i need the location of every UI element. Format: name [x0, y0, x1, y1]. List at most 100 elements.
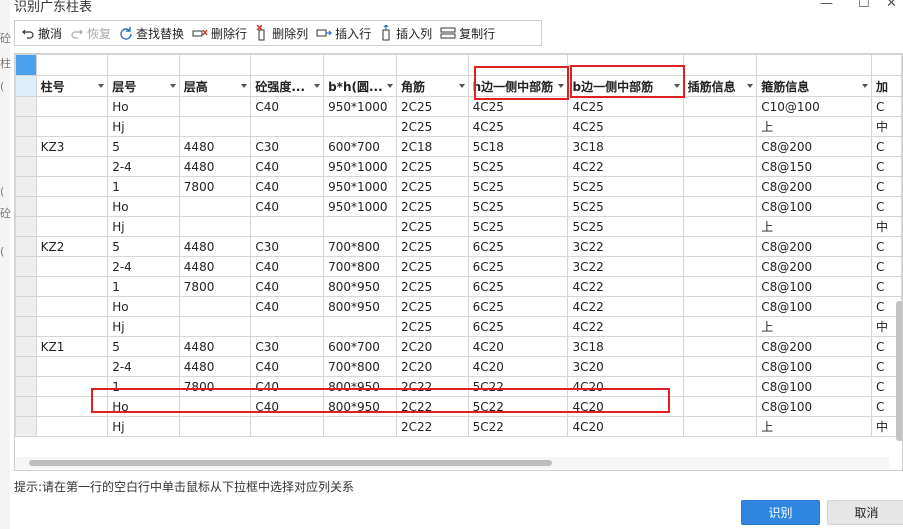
mapping-cell[interactable]: [323, 54, 398, 76]
cell-corner-rebar[interactable]: 2C25: [396, 196, 469, 217]
cell-floor-no[interactable]: 1: [107, 176, 180, 197]
cell-stirrup-info[interactable]: 上: [756, 416, 872, 437]
cell-dowel-info[interactable]: [682, 216, 758, 237]
delete-column-button[interactable]: 删除列: [255, 25, 308, 42]
cell-extra[interactable]: C: [870, 276, 902, 297]
cell-h-side-middle-rebar[interactable]: 5C18: [467, 136, 569, 157]
cancel-button[interactable]: 取消: [827, 500, 903, 525]
row-header[interactable]: [15, 176, 37, 197]
cell-section-size[interactable]: 950*1000: [323, 176, 398, 197]
cell-concrete-grade[interactable]: C30: [250, 236, 325, 257]
cell-column-no[interactable]: [35, 356, 109, 377]
cell-dowel-info[interactable]: [682, 296, 758, 317]
cell-column-no[interactable]: [35, 116, 109, 137]
cell-dowel-info[interactable]: [682, 176, 758, 197]
cell-dowel-info[interactable]: [682, 96, 758, 117]
cell-h-side-middle-rebar[interactable]: 6C25: [467, 256, 569, 277]
cell-h-side-middle-rebar[interactable]: 4C25: [467, 96, 569, 117]
cell-column-no[interactable]: [35, 216, 109, 237]
cell-concrete-grade[interactable]: C40: [250, 276, 325, 297]
cell-corner-rebar[interactable]: 2C25: [396, 316, 469, 337]
table-row[interactable]: KZ3 5 4480 C30 600*700 2C18 5C18 3C18 C8@200 C: [15, 136, 902, 157]
dropdown-caret-icon[interactable]: [673, 84, 680, 88]
cell-concrete-grade[interactable]: C40: [250, 356, 325, 377]
cell-column-no[interactable]: [35, 276, 109, 297]
cell-section-size[interactable]: 800*950: [323, 396, 398, 417]
mapping-cell[interactable]: [870, 54, 902, 76]
cell-h-side-middle-rebar[interactable]: 6C25: [467, 236, 569, 257]
cell-section-size[interactable]: [323, 316, 398, 337]
cell-b-side-middle-rebar[interactable]: 5C25: [567, 176, 684, 197]
cell-b-side-middle-rebar[interactable]: 3C18: [567, 136, 684, 157]
cell-b-side-middle-rebar[interactable]: 5C25: [567, 216, 684, 237]
header-extra[interactable]: 加: [870, 75, 902, 97]
cell-floor-height[interactable]: [178, 96, 252, 117]
row-header[interactable]: [15, 376, 37, 397]
cell-floor-no[interactable]: 1: [107, 376, 180, 397]
cell-dowel-info[interactable]: [682, 396, 758, 417]
cell-stirrup-info[interactable]: C8@100: [756, 376, 872, 397]
cell-b-side-middle-rebar[interactable]: 5C25: [567, 196, 684, 217]
cell-dowel-info[interactable]: [682, 256, 758, 277]
header-corner-rebar[interactable]: 角筋: [396, 75, 469, 97]
cell-stirrup-info[interactable]: C8@100: [756, 356, 872, 377]
cell-floor-height[interactable]: [178, 216, 252, 237]
cell-floor-no[interactable]: 5: [107, 136, 180, 157]
cell-extra[interactable]: C: [870, 256, 902, 277]
cell-floor-no[interactable]: 5: [107, 236, 180, 257]
cell-b-side-middle-rebar[interactable]: 4C22: [567, 156, 684, 177]
cell-stirrup-info[interactable]: C8@100: [756, 296, 872, 317]
cell-concrete-grade[interactable]: [250, 416, 325, 437]
cell-section-size[interactable]: 800*950: [323, 376, 398, 397]
header-floor-no[interactable]: 层号: [107, 75, 180, 97]
cell-corner-rebar[interactable]: 2C20: [396, 356, 469, 377]
cell-dowel-info[interactable]: [682, 336, 758, 357]
cell-stirrup-info[interactable]: 上: [756, 316, 872, 337]
cell-b-side-middle-rebar[interactable]: 3C22: [567, 236, 684, 257]
cell-floor-height[interactable]: [178, 396, 252, 417]
cell-corner-rebar[interactable]: 2C25: [396, 236, 469, 257]
row-header[interactable]: [15, 296, 37, 317]
cell-h-side-middle-rebar[interactable]: 5C25: [467, 176, 569, 197]
cell-floor-height[interactable]: [178, 196, 252, 217]
cell-extra[interactable]: 中: [870, 116, 902, 137]
cell-concrete-grade[interactable]: C40: [250, 256, 325, 277]
cell-floor-height[interactable]: 4480: [178, 136, 252, 157]
cell-floor-no[interactable]: Ho: [107, 396, 180, 417]
row-header[interactable]: [15, 216, 37, 237]
minimize-button[interactable]: —: [820, 0, 833, 11]
cell-section-size[interactable]: 950*1000: [323, 96, 398, 117]
cell-b-side-middle-rebar[interactable]: 4C25: [567, 96, 684, 117]
cell-dowel-info[interactable]: [682, 356, 758, 377]
cell-corner-rebar[interactable]: 2C18: [396, 136, 469, 157]
table-row[interactable]: 1 7800 C40 950*1000 2C25 5C25 5C25 C8@200 C: [15, 176, 902, 197]
cell-floor-no[interactable]: 2-4: [107, 156, 180, 177]
insert-column-button[interactable]: 插入列: [379, 25, 432, 42]
table-row[interactable]: Ho C40 800*950 2C25 6C25 4C22 C8@100 C: [15, 296, 902, 317]
cell-dowel-info[interactable]: [682, 316, 758, 337]
cell-column-no[interactable]: [35, 396, 109, 417]
delete-row-button[interactable]: 删除行: [192, 25, 247, 42]
row-header[interactable]: [15, 256, 37, 277]
cell-corner-rebar[interactable]: 2C25: [396, 96, 469, 117]
cell-column-no[interactable]: [35, 256, 109, 277]
cell-stirrup-info[interactable]: C10@100: [756, 96, 872, 117]
close-button[interactable]: ✕: [886, 0, 897, 11]
header-h-side-middle-rebar[interactable]: h边一侧中部筋: [467, 75, 569, 97]
find-replace-button[interactable]: 查找替换: [119, 25, 184, 42]
mapping-cell[interactable]: [756, 54, 872, 76]
cell-concrete-grade[interactable]: C40: [250, 296, 325, 317]
cell-section-size[interactable]: 950*1000: [323, 196, 398, 217]
horizontal-scrollbar[interactable]: [15, 457, 889, 469]
cell-concrete-grade[interactable]: C30: [250, 336, 325, 357]
row-header[interactable]: [15, 396, 37, 417]
row-header[interactable]: [15, 336, 37, 357]
cell-column-no[interactable]: [35, 176, 109, 197]
cell-extra[interactable]: C: [870, 176, 902, 197]
cell-h-side-middle-rebar[interactable]: 5C22: [467, 396, 569, 417]
cell-section-size[interactable]: [323, 116, 398, 137]
mapping-cell[interactable]: [107, 54, 180, 76]
dropdown-caret-icon[interactable]: [861, 84, 868, 88]
row-header-selected[interactable]: [15, 54, 37, 76]
header-b-side-middle-rebar[interactable]: b边一侧中部筋: [567, 75, 684, 97]
